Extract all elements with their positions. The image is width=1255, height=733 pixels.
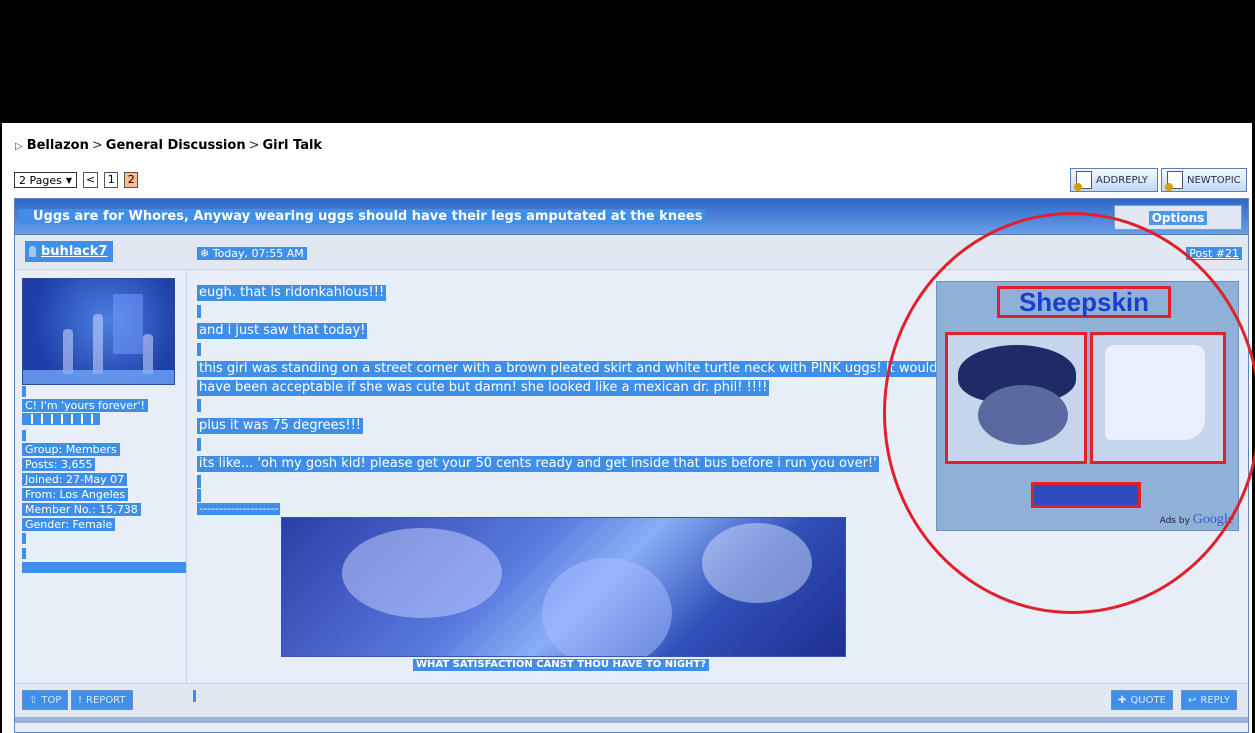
arrow-up-icon: ⇧ — [29, 694, 38, 706]
user-title: C! I'm 'yours forever'! — [22, 399, 148, 412]
user-icon — [29, 246, 36, 257]
reply-icon: ↩ — [1188, 694, 1197, 706]
post-line: this girl was standing on a street corne… — [197, 361, 940, 377]
black-top-band — [0, 0, 1255, 123]
spacer-mark — [197, 305, 201, 318]
chevron-down-icon: ▼ — [65, 175, 73, 185]
post-date-text: Today, 07:55 AM — [212, 247, 304, 260]
prev-page-button[interactable]: < — [83, 172, 99, 188]
post-footer: ⇧ TOP ! REPORT ✚ QUOTE ↩ REPLY — [15, 683, 1248, 717]
quote-button[interactable]: ✚ QUOTE — [1111, 690, 1173, 710]
user-from: From: Los Angeles — [22, 488, 129, 501]
user-info-column: C! I'm 'yours forever'! Group: Members P… — [15, 270, 187, 683]
topic-title: Uggs are for Whores, Anyway wearing uggs… — [19, 209, 706, 224]
signature-image — [281, 517, 846, 657]
spacer-mark — [197, 399, 201, 412]
report-icon: ! — [78, 694, 83, 706]
user-group: Group: Members — [22, 443, 120, 456]
add-reply-icon — [1074, 171, 1092, 191]
spacer-mark — [22, 430, 26, 441]
reply-button[interactable]: ↩ REPLY — [1181, 690, 1238, 710]
post-line: and i just saw that today! — [197, 323, 368, 339]
quote-icon: ✚ — [1118, 694, 1127, 706]
user-joined: Joined: 27-May 07 — [22, 473, 128, 486]
breadcrumb-separator: > — [91, 138, 103, 153]
new-topic-icon — [1165, 171, 1183, 191]
post-line: have been acceptable if she was cute but… — [197, 380, 770, 396]
options-label: Options — [1148, 210, 1208, 225]
triangle-icon: ▷ — [15, 141, 23, 152]
add-reply-label: ADDREPLY — [1096, 174, 1148, 186]
pages-label: 2 Pages — [19, 173, 62, 187]
report-button[interactable]: ! REPORT — [71, 690, 133, 710]
annotation-circle — [883, 212, 1255, 614]
new-topic-label: NEWTOPIC — [1187, 174, 1241, 186]
spacer-mark — [22, 533, 26, 544]
pagination: 2 Pages ▼ < 1 2 — [14, 172, 139, 188]
spacer-mark — [22, 548, 26, 559]
spacer-mark — [197, 343, 201, 356]
report-label: REPORT — [86, 694, 126, 706]
spacer-mark — [197, 489, 201, 502]
spacer-mark — [193, 690, 196, 702]
post-number-link[interactable]: Post #21 — [1186, 247, 1242, 260]
breadcrumb: ▷ Bellazon > General Discussion > Girl Talk — [15, 138, 322, 153]
page-1-link[interactable]: 1 — [104, 172, 119, 188]
post-divider — [15, 717, 1248, 723]
reply-label: REPLY — [1200, 694, 1231, 706]
rank-pips — [22, 413, 100, 425]
spacer-mark — [22, 386, 26, 397]
user-info-bar — [22, 562, 186, 573]
page-2-current: 2 — [124, 172, 139, 188]
post-line: its like... 'oh my gosh kid! please get … — [197, 456, 879, 472]
post-line: eugh. that is ridonkahlous!!! — [197, 285, 387, 301]
signature-separator: -------------------- — [197, 502, 281, 515]
breadcrumb-general-discussion[interactable]: General Discussion — [106, 138, 246, 153]
signature-caption: WHAT SATISFACTION CANST THOU HAVE TO NIG… — [413, 659, 710, 671]
left-edge — [0, 96, 2, 733]
user-member-no: Member No.: 15,738 — [22, 503, 141, 516]
avatar — [22, 278, 175, 385]
top-button[interactable]: ⇧ TOP — [22, 690, 69, 710]
user-posts: Posts: 3,655 — [22, 458, 96, 471]
author-name: buhlack7 — [41, 244, 108, 259]
quote-label: QUOTE — [1130, 694, 1166, 706]
user-gender: Gender: Female — [22, 518, 116, 531]
spacer-mark — [197, 475, 201, 488]
top-label: TOP — [41, 694, 62, 706]
author-link[interactable]: buhlack7 — [25, 241, 114, 262]
new-topic-button[interactable]: NEWTOPIC — [1161, 168, 1247, 192]
breadcrumb-bellazon[interactable]: Bellazon — [27, 138, 89, 153]
post-date: ❄ Today, 07:55 AM — [197, 247, 307, 260]
add-reply-button[interactable]: ADDREPLY — [1070, 168, 1158, 192]
post-line: plus it was 75 degrees!!! — [197, 418, 363, 434]
spacer-mark — [197, 438, 201, 451]
pages-dropdown[interactable]: 2 Pages ▼ — [14, 172, 78, 188]
breadcrumb-separator: > — [248, 138, 260, 153]
breadcrumb-girl-talk[interactable]: Girl Talk — [262, 138, 322, 153]
